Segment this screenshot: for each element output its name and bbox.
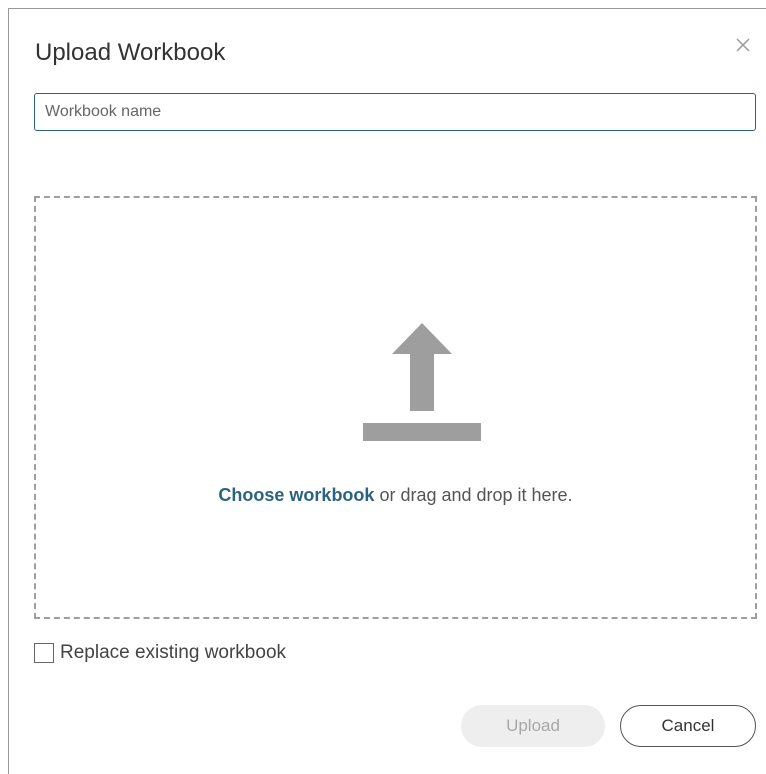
cancel-button[interactable]: Cancel xyxy=(620,705,756,747)
workbook-name-input[interactable] xyxy=(34,93,756,131)
replace-existing-label: Replace existing workbook xyxy=(60,642,287,663)
drag-drop-text: or drag and drop it here. xyxy=(374,485,573,505)
replace-existing-option[interactable]: Replace existing workbook xyxy=(34,642,286,664)
replace-existing-checkbox[interactable] xyxy=(34,643,54,663)
file-dropzone[interactable]: Choose workbook or drag and drop it here… xyxy=(34,196,757,619)
choose-workbook-link[interactable]: Choose workbook xyxy=(218,485,374,505)
upload-workbook-dialog: Upload Workbook Choose workbook or drag … xyxy=(8,8,766,774)
upload-arrow-icon xyxy=(361,323,483,441)
close-icon[interactable] xyxy=(734,36,752,54)
upload-button[interactable]: Upload xyxy=(461,705,605,747)
dialog-title: Upload Workbook xyxy=(35,39,226,66)
dropzone-instructions: Choose workbook or drag and drop it here… xyxy=(36,485,755,506)
